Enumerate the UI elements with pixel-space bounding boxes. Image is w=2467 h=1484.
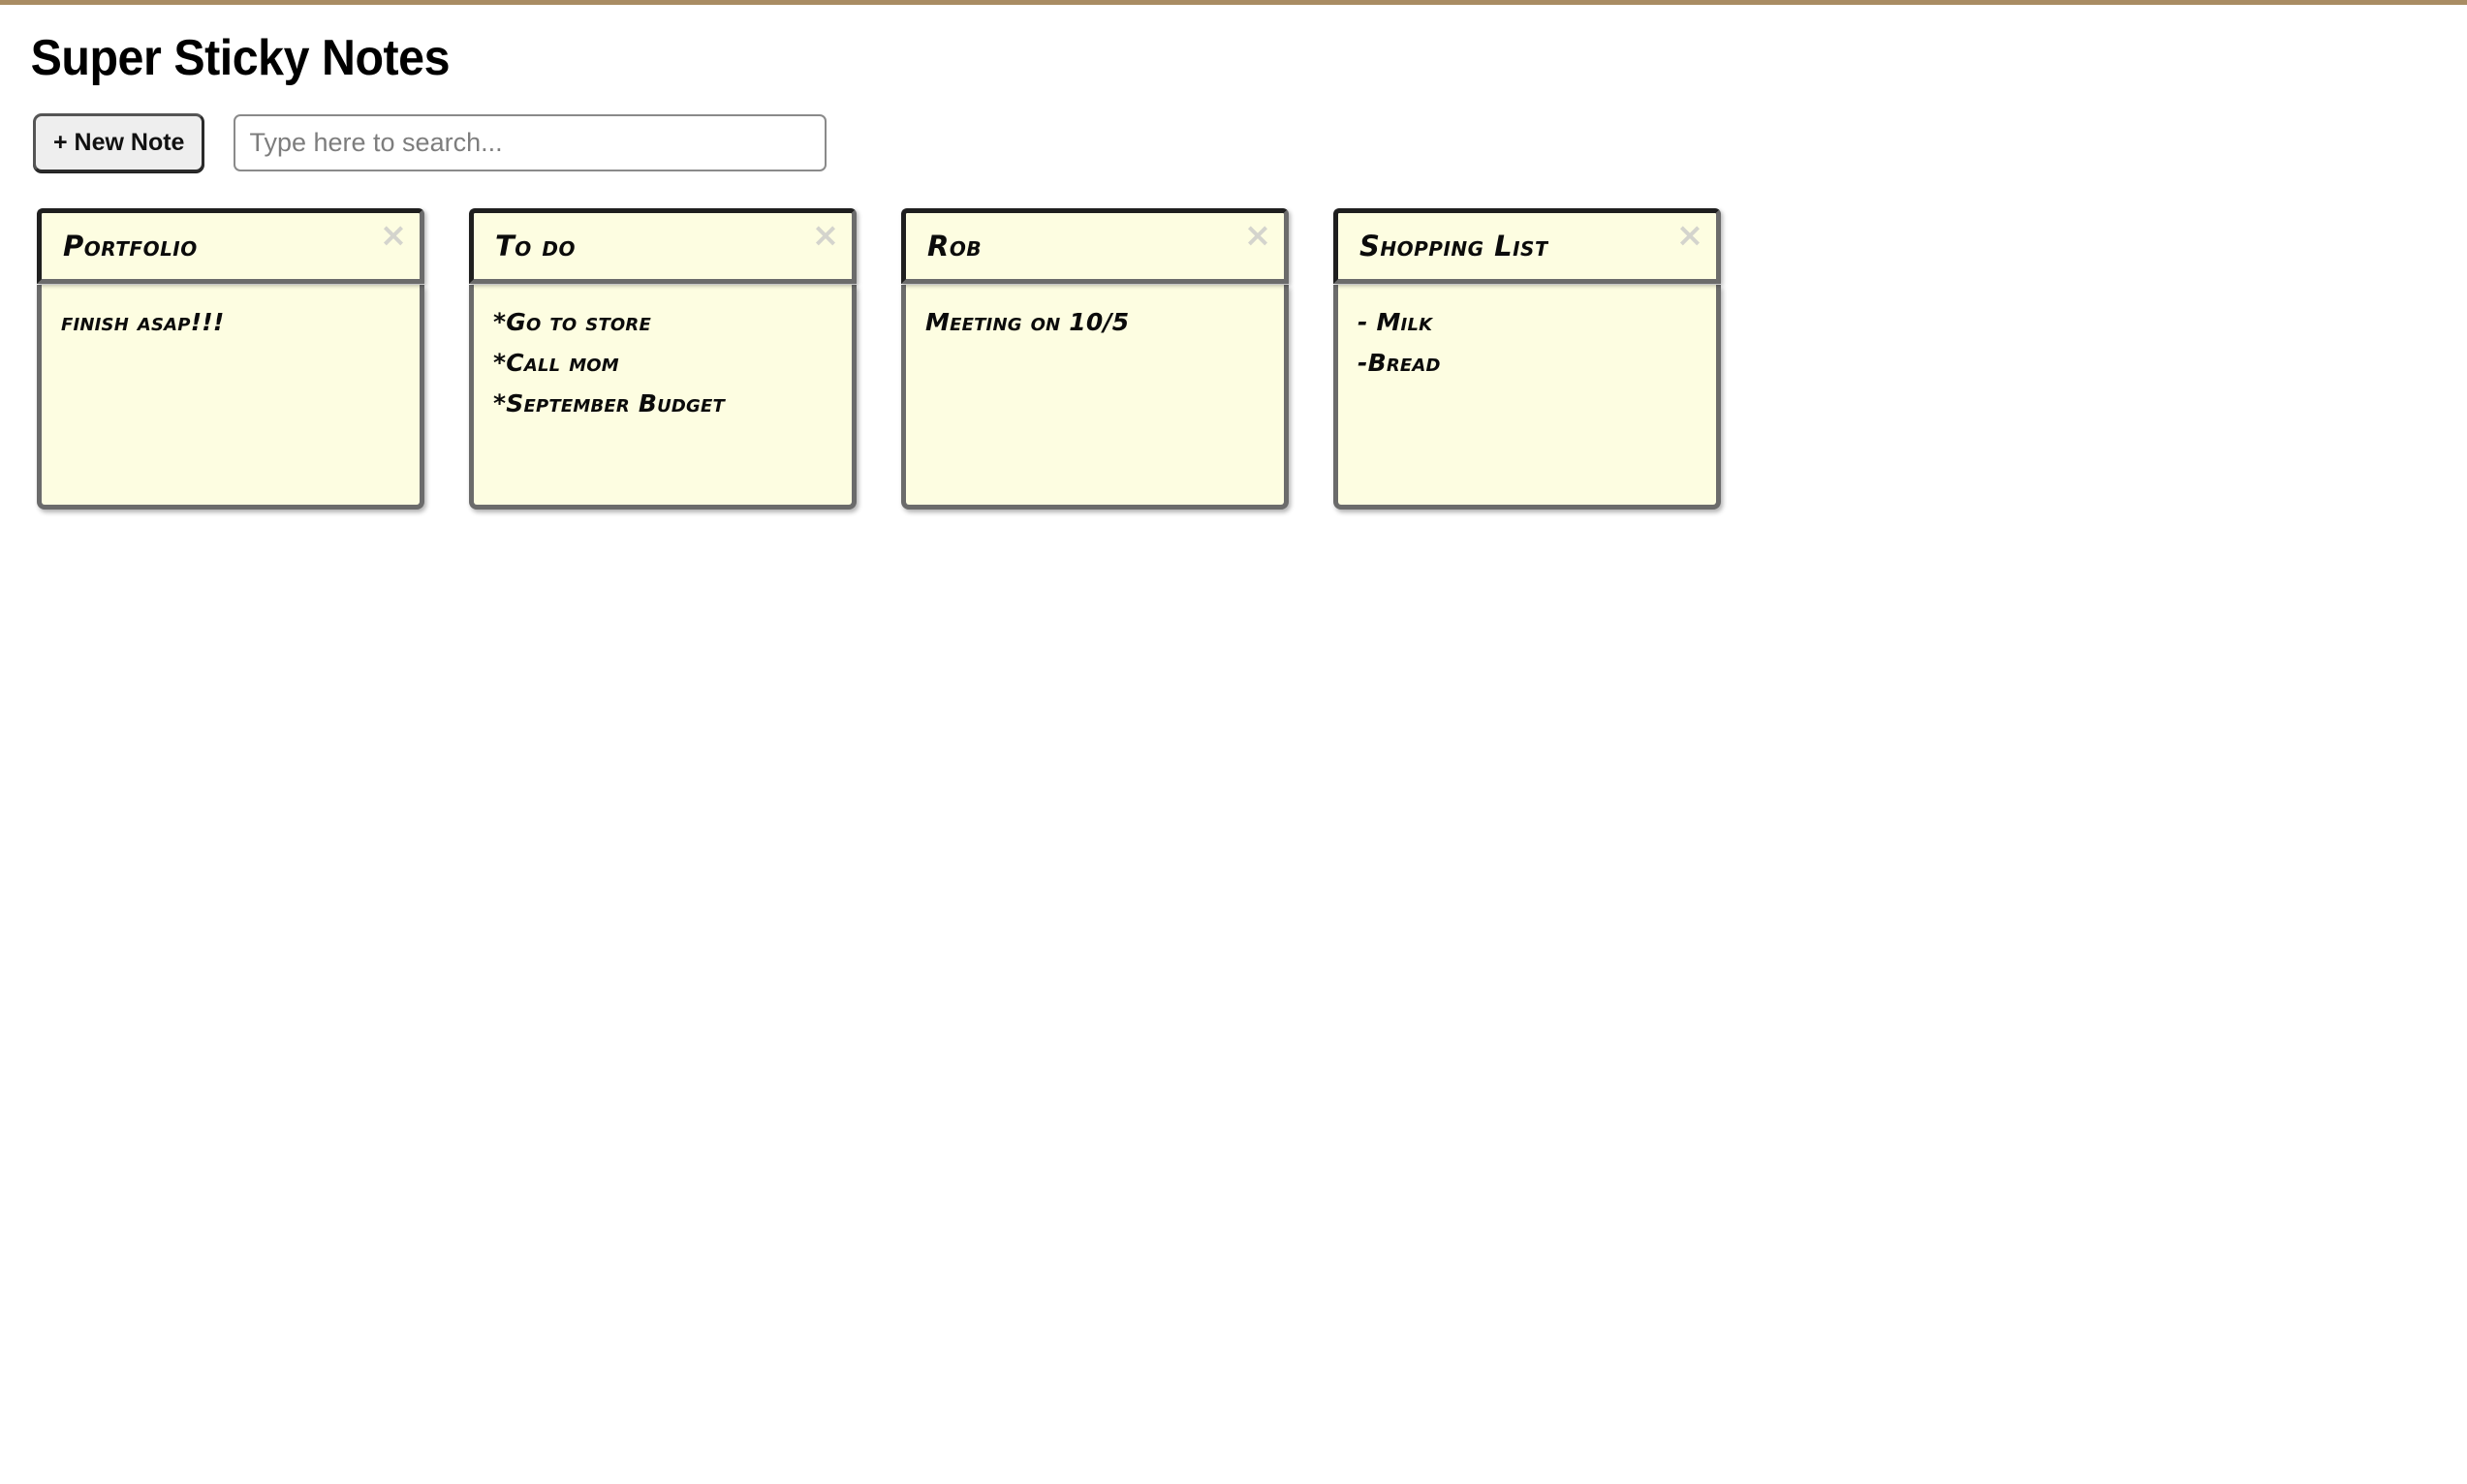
close-icon[interactable]: ×	[809, 219, 842, 252]
note-body[interactable]: Meeting on 10/5	[901, 285, 1289, 510]
note-line: Meeting on 10/5	[925, 308, 1130, 336]
close-icon[interactable]: ×	[1241, 219, 1274, 252]
note-title[interactable]: Rob	[927, 230, 982, 263]
note-card[interactable]: Rob × Meeting on 10/5	[901, 208, 1289, 510]
note-header: Shopping List ×	[1333, 208, 1721, 284]
note-card[interactable]: Portfolio × finish asap!!!	[37, 208, 424, 510]
note-body[interactable]: finish asap!!!	[37, 285, 424, 510]
search-input[interactable]	[234, 114, 828, 171]
note-body[interactable]: *Go to store *Call mom *September Budget	[469, 285, 857, 510]
note-title[interactable]: Shopping List	[1359, 230, 1548, 263]
close-icon[interactable]: ×	[377, 219, 410, 252]
note-header: Portfolio ×	[37, 208, 424, 284]
note-header: To do ×	[469, 208, 857, 284]
note-line: - Milk	[1358, 308, 1433, 336]
note-card[interactable]: Shopping List × - Milk -Bread	[1333, 208, 1721, 510]
page-root: Super Sticky Notes + New Note Portfolio ×…	[0, 5, 2467, 510]
page-title: Super Sticky Notes	[30, 30, 451, 86]
note-line: *Go to store	[493, 308, 651, 336]
note-title[interactable]: Portfolio	[63, 230, 198, 263]
note-title[interactable]: To do	[495, 230, 576, 263]
toolbar: + New Note	[0, 88, 2467, 172]
note-line: *September Budget	[493, 389, 725, 417]
note-line: finish asap!!!	[61, 308, 225, 336]
note-card[interactable]: To do × *Go to store *Call mom *September Bu…	[469, 208, 857, 510]
note-body[interactable]: - Milk -Bread	[1333, 285, 1721, 510]
close-icon[interactable]: ×	[1673, 219, 1706, 252]
new-note-button[interactable]: + New Note	[33, 113, 205, 172]
note-header: Rob ×	[901, 208, 1289, 284]
note-line: *Call mom	[493, 349, 619, 377]
notes-board: Portfolio × finish asap!!! To do × *Go to sto…	[0, 172, 2467, 510]
note-line: -Bread	[1358, 349, 1441, 377]
